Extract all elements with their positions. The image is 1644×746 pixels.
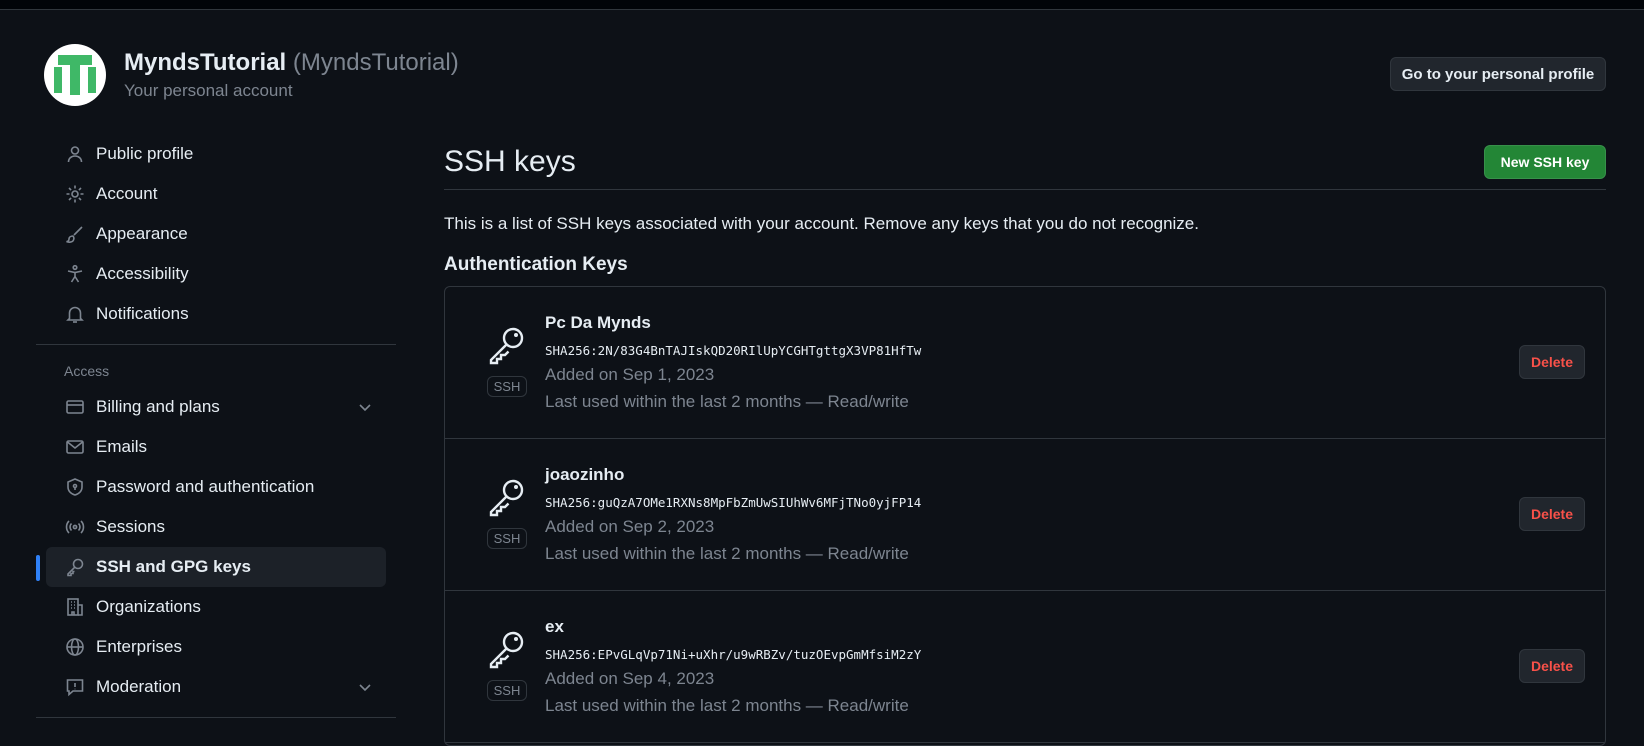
sidebar-item-account[interactable]: Account [46,174,386,214]
ssh-badge: SSH [486,528,528,549]
account-subtitle: Your personal account [124,81,293,100]
key-added-date: Added on Sep 2, 2023 [545,517,715,536]
person-icon [64,143,86,165]
organization-icon [64,596,86,618]
sidebar-item-emails[interactable]: Emails [46,427,386,467]
sidebar-item-accessibility[interactable]: Accessibility [46,254,386,294]
sidebar-item-label: Password and authentication [96,477,315,496]
account-header: MyndsTutorial (MyndsTutorial) Your perso… [44,44,459,106]
key-title: ex [545,617,564,636]
key-type: SSH [485,627,529,701]
broadcast-icon [64,516,86,538]
top-border [0,0,1644,10]
sidebar-item-label: Notifications [96,304,189,323]
key-last-used: Last used within the last 2 months — Rea… [545,544,909,563]
key-added-date: Added on Sep 4, 2023 [545,669,715,688]
key-type: SSH [485,475,529,549]
account-login: (MyndsTutorial) [292,49,459,76]
sidebar-item-organizations[interactable]: Organizations [46,587,386,627]
sidebar-item-enterprises[interactable]: Enterprises [46,627,386,667]
sidebar-item-label: Account [96,184,158,203]
sidebar-item-label: Moderation [96,677,182,696]
sidebar-item-label: Appearance [96,224,188,243]
sidebar-item-sessions[interactable]: Sessions [46,507,386,547]
key-title: Pc Da Mynds [545,313,651,332]
sidebar-item-label: Organizations [96,597,201,616]
delete-button[interactable]: Delete [1519,345,1585,379]
mail-icon [64,436,86,458]
key-icon [489,327,524,365]
list-item: SSH ex SHA256:EPvGLqVp71Ni+uXhr/u9wRBZv/… [445,591,1605,743]
ssh-badge: SSH [486,376,528,397]
sidebar-item-notifications[interactable]: Notifications [46,294,386,334]
key-details: Pc Da Mynds SHA256:2N/83G4BnTAJIskQD20RI… [545,313,921,412]
shield-lock-icon [64,476,86,498]
report-icon [64,676,86,698]
key-title: joaozinho [545,465,625,484]
account-name[interactable]: MyndsTutorial (MyndsTutorial) [124,49,459,77]
page-header: SSH keys New SSH key [444,134,1606,190]
delete-button[interactable]: Delete [1519,649,1585,683]
ssh-badge: SSH [486,680,528,701]
key-icon [489,631,524,669]
chevron-down-icon[interactable] [356,398,374,416]
delete-button[interactable]: Delete [1519,497,1585,531]
settings-sidebar: Public profile Account Appearance Access… [36,134,396,728]
bell-icon [64,303,86,325]
sidebar-item-label: Emails [96,437,148,456]
gear-icon [64,183,86,205]
list-item: SSH joaozinho SHA256:guQzA7OMe1RXNs8MpFb… [445,439,1605,591]
new-ssh-key-button[interactable]: New SSH key [1484,144,1606,179]
page-title: SSH keys [444,144,576,178]
sidebar-item-label: SSH and GPG keys [96,557,251,576]
paintbrush-icon [64,223,86,245]
sidebar-divider [36,717,396,718]
chevron-down-icon[interactable] [356,678,374,696]
sidebar-item-label: Enterprises [96,637,182,656]
avatar[interactable] [44,44,106,106]
credit-card-icon [64,396,86,418]
go-to-profile-button[interactable]: Go to your personal profile [1390,57,1606,91]
sidebar-item-label: Accessibility [96,264,189,283]
key-last-used: Last used within the last 2 months — Rea… [545,696,909,715]
key-fingerprint: SHA256:guQzA7OMe1RXNs8MpFbZmUwSIUhWv6MFj… [545,495,922,510]
sidebar-item-password-auth[interactable]: Password and authentication [46,467,386,507]
sidebar-item-label: Public profile [96,144,194,163]
list-item: SSH Pc Da Mynds SHA256:2N/83G4BnTAJIskQD… [445,287,1605,439]
account-info: MyndsTutorial (MyndsTutorial) Your perso… [124,49,459,101]
ssh-keys-list: SSH Pc Da Mynds SHA256:2N/83G4BnTAJIskQD… [444,286,1606,746]
key-fingerprint: SHA256:EPvGLqVp71Ni+uXhr/u9wRBZv/tuzOEvp… [545,647,922,662]
page-description: This is a list of SSH keys associated wi… [444,214,1199,233]
sidebar-section-access: Access [64,363,110,379]
sidebar-item-label: Sessions [96,517,165,536]
sidebar-item-appearance[interactable]: Appearance [46,214,386,254]
section-title: Authentication Keys [444,254,628,275]
key-last-used: Last used within the last 2 months — Rea… [545,392,909,411]
sidebar-item-billing[interactable]: Billing and plans [46,387,386,427]
key-fingerprint: SHA256:2N/83G4BnTAJIskQD20RIlUpYCGHTgttg… [545,343,922,358]
key-icon [64,556,86,578]
key-details: joaozinho SHA256:guQzA7OMe1RXNs8MpFbZmUw… [545,465,921,564]
key-type: SSH [485,323,529,397]
sidebar-item-public-profile[interactable]: Public profile [46,134,386,174]
accessibility-icon [64,263,86,285]
main-content: SSH keys New SSH key This is a list of S… [444,134,1606,746]
sidebar-item-label: Billing and plans [96,397,220,416]
globe-icon [64,636,86,658]
sidebar-item-moderation[interactable]: Moderation [46,667,386,707]
key-added-date: Added on Sep 1, 2023 [545,365,715,384]
account-name-text: MyndsTutorial [124,49,287,76]
key-details: ex SHA256:EPvGLqVp71Ni+uXhr/u9wRBZv/tuzO… [545,617,921,716]
sidebar-item-ssh-gpg-keys[interactable]: SSH and GPG keys [36,547,386,587]
sidebar-divider [36,344,396,345]
key-icon [489,479,524,517]
